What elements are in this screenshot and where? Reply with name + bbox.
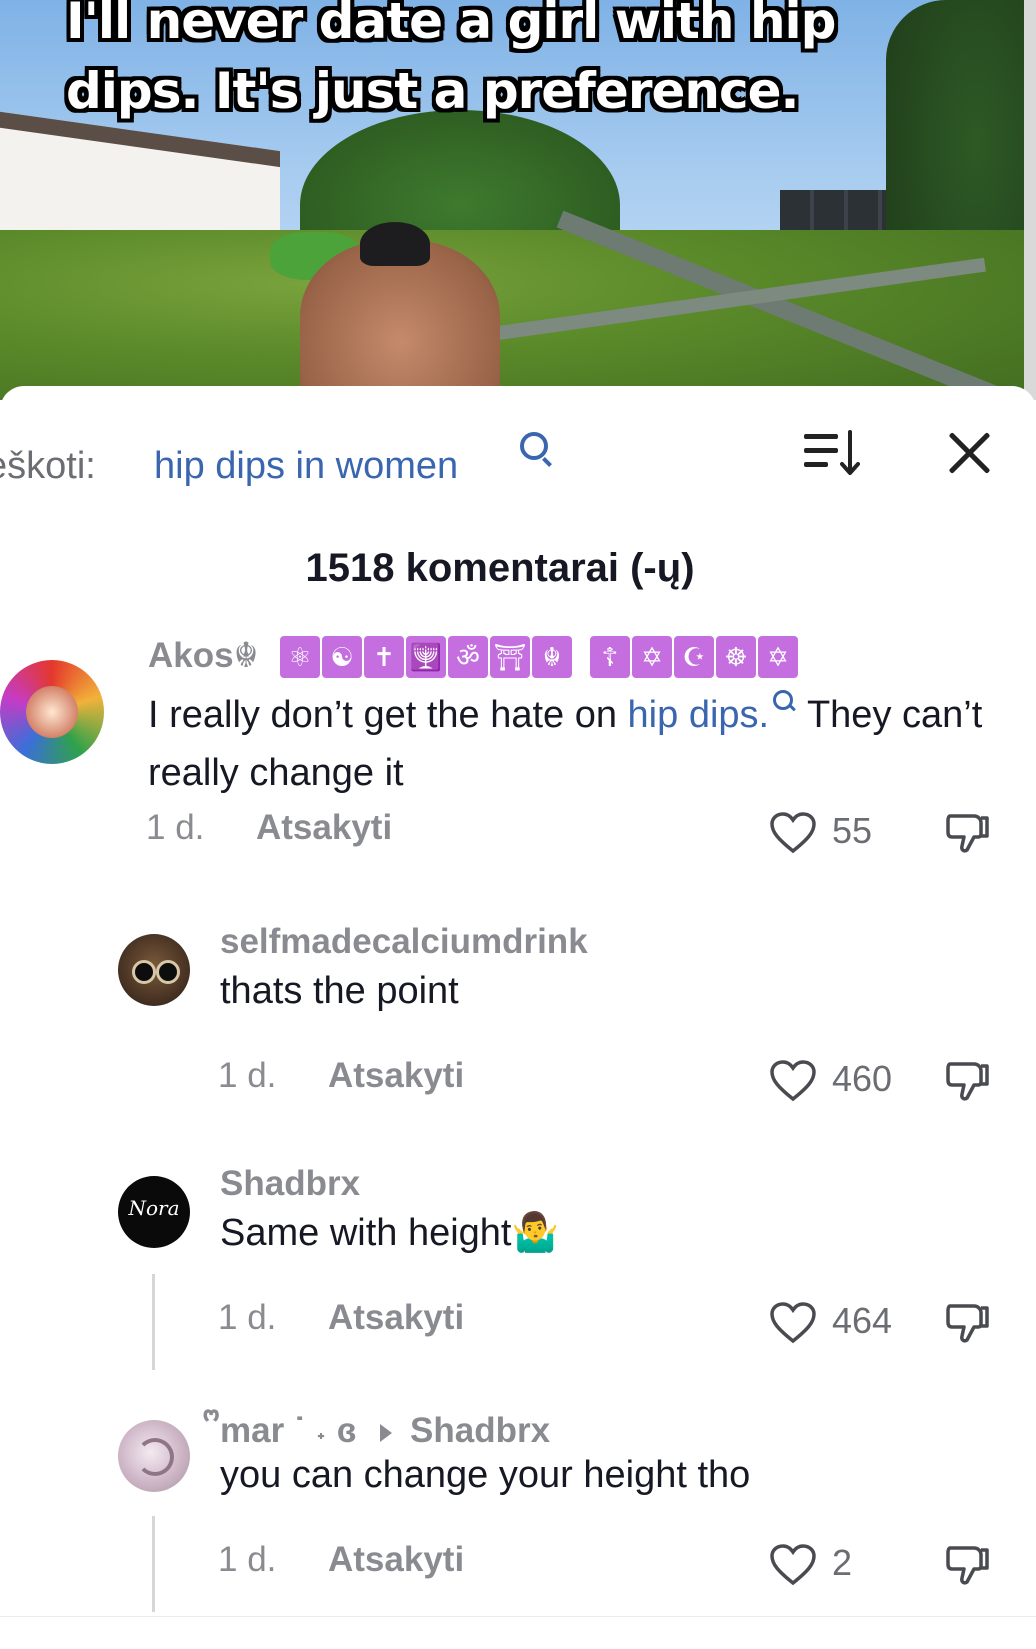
badge-icon: ☪ <box>674 636 714 678</box>
badge-icon: ☸ <box>716 636 756 678</box>
heart-icon[interactable] <box>770 1060 816 1102</box>
search-suggestion[interactable]: eškoti: hip dips in women <box>0 432 1036 496</box>
comment-time: 1 d. <box>146 808 205 847</box>
like-count: 464 <box>832 1300 893 1341</box>
comment-username[interactable]: selfmadecalciumdrink <box>220 922 588 962</box>
badge-icon: ⛩ <box>490 636 530 678</box>
badge-icon: ☦ <box>590 636 630 678</box>
heart-icon[interactable] <box>770 1544 816 1586</box>
comment-text: thats the point <box>220 970 459 1012</box>
comment-username[interactable]: Shadbrx <box>220 1164 360 1204</box>
comment-text: I really don’t get the hate on hip dips.… <box>148 686 1008 802</box>
dislike-icon[interactable] <box>944 1298 992 1346</box>
search-icon <box>769 686 797 716</box>
caption-line: dips. It's just a preference. <box>66 62 800 120</box>
thread-line <box>152 1274 155 1370</box>
comment-text-part: I really don’t get the hate on <box>148 694 628 736</box>
badge-icon: ☯ <box>322 636 362 678</box>
badge-icon: ✝ <box>364 636 404 678</box>
avatar-text: Nora <box>128 1196 180 1220</box>
reply-to-username[interactable]: Shadbrx <box>410 1411 550 1450</box>
username-text: ᩚmar ˙ ˖ ɞ <box>220 1411 357 1450</box>
comment-text: Same with height🤷‍♂️ <box>220 1212 559 1254</box>
badge-icon: ✡ <box>758 636 798 678</box>
reply-arrow-icon <box>380 1423 393 1442</box>
avatar[interactable] <box>118 934 190 1006</box>
reply-button[interactable]: Atsakyti <box>328 1298 464 1338</box>
dislike-icon[interactable] <box>944 808 992 856</box>
comments-sheet: eškoti: hip dips in women 1518 komentara… <box>0 386 1036 1648</box>
avatar[interactable]: Nora <box>118 1176 190 1248</box>
dislike-icon[interactable] <box>944 1540 992 1588</box>
badge-icon: 🕎 <box>406 636 446 678</box>
comment-username[interactable]: Akos☬ <box>148 636 258 676</box>
like-count: 55 <box>832 810 873 851</box>
comment-count: 1518 komentarai (-ų) <box>305 546 695 590</box>
dislike-icon[interactable] <box>944 1056 992 1104</box>
thread-line <box>152 1516 155 1612</box>
badge-icon: ⚛ <box>280 636 320 678</box>
badge-icon: ✡ <box>632 636 672 678</box>
video-hedge <box>0 230 1036 400</box>
badge-icon: ॐ <box>448 636 488 678</box>
sort-icon[interactable] <box>804 430 860 476</box>
heart-icon[interactable] <box>770 1302 816 1344</box>
search-prefix: eškoti: <box>0 445 96 487</box>
comment-time: 1 d. <box>218 1056 277 1095</box>
like-count: 2 <box>832 1542 853 1583</box>
like-count: 460 <box>832 1058 893 1099</box>
comment-time: 1 d. <box>218 1540 277 1579</box>
caption-line: I'll never date a girl with hip <box>66 0 836 50</box>
badge-icon: ☬ <box>532 636 572 678</box>
video-frame[interactable]: I'll never date a girl with hip dips. It… <box>0 0 1036 400</box>
video-caption: I'll never date a girl with hip dips. It… <box>66 0 946 126</box>
username-text: Akos☬ <box>148 636 259 675</box>
avatar[interactable] <box>118 1420 190 1492</box>
close-icon[interactable] <box>946 430 992 476</box>
reply-button[interactable]: Atsakyti <box>256 808 392 848</box>
reply-button[interactable]: Atsakyti <box>328 1540 464 1580</box>
video-edge <box>1024 0 1036 400</box>
comment-time: 1 d. <box>218 1298 277 1337</box>
bottom-bar <box>0 1616 1036 1649</box>
search-icon <box>520 432 548 460</box>
heart-icon[interactable] <box>770 812 816 854</box>
avatar[interactable] <box>0 660 104 764</box>
comment-hashtag-link[interactable]: hip dips. <box>628 694 770 736</box>
comment-text: you can change your height tho <box>220 1454 751 1496</box>
video-cap <box>360 222 430 266</box>
search-term-link[interactable]: hip dips in women <box>154 436 458 496</box>
reply-button[interactable]: Atsakyti <box>328 1056 464 1096</box>
